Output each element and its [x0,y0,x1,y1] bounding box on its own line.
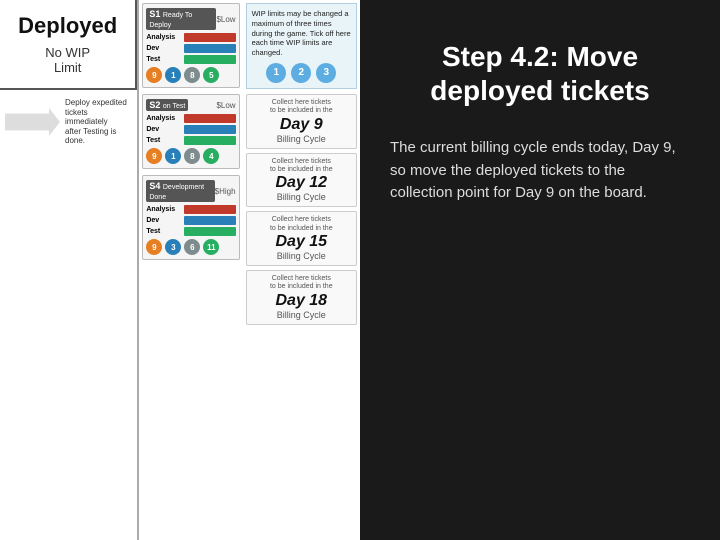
billing-cards: Collect here ticketsto be included in th… [243,92,360,540]
no-wip-label: No WIPLimit [45,45,90,75]
ticket-s2-analysis-bar [184,114,235,123]
tickets-col: S1 Ready To Deploy $Low Analysis Dev Tes… [139,0,242,540]
ticket-s2-priority: $Low [216,101,235,110]
ticket-s1-priority: $Low [216,15,235,24]
ticket-s4-priority: $High [215,187,236,196]
ticket-s4-test-row: Test [146,226,235,236]
ticket-s4-header: S4 Development Done $High [146,180,235,202]
ticket-s1-dev-row: Dev [146,43,235,53]
right-panel: Step 4.2: Move deployed tickets The curr… [360,0,720,540]
ticket-s2-test-row: Test [146,135,235,145]
billing-cycle-day9: Billing Cycle [252,134,351,144]
ticket-s4-dev-label: Dev [146,217,184,224]
arrow-box: Deploy expeditedtickets immediatelyafter… [5,98,132,146]
ticket-s2-analysis-row: Analysis [146,113,235,123]
num-1-s2: 1 [165,148,181,164]
billing-day15: Day 15 [252,233,351,251]
billing-cycle-day18: Billing Cycle [252,310,351,320]
ticket-s2-dev-label: Dev [146,126,184,133]
num-5-s1: 5 [203,67,219,83]
billing-card-day15: Collect here ticketsto be included in th… [246,211,357,266]
ticket-s1-header: S1 Ready To Deploy $Low [146,8,235,30]
billing-col: WIP limits may be changed a maximum of t… [243,0,360,540]
billing-cycle-day12: Billing Cycle [252,192,351,202]
billing-card-day12: Collect here ticketsto be included in th… [246,153,357,208]
num-1-s1: 1 [165,67,181,83]
wip-circle-3: 3 [316,63,336,83]
ticket-s4-analysis-label: Analysis [146,206,184,213]
billing-collect-day15: Collect here ticketsto be included in th… [252,216,351,233]
ticket-s2-analysis-label: Analysis [146,115,184,122]
ticket-s2-header: S2 on Test $Low [146,99,235,111]
ticket-s1-analysis-bar [184,33,235,42]
wip-note: WIP limits may be changed a maximum of t… [246,3,357,89]
billing-cycle-day15: Billing Cycle [252,251,351,261]
ticket-s1-test-label: Test [146,56,184,63]
billing-collect-day9: Collect here ticketsto be included in th… [252,99,351,116]
ticket-s1-analysis-label: Analysis [146,34,184,41]
ticket-s4-analysis-row: Analysis [146,204,235,214]
ticket-s4-dev-bar [184,216,235,225]
deployed-title: Deployed [18,13,117,39]
ticket-s1-id: S1 Ready To Deploy [146,8,216,30]
ticket-s2-numbers: 9 1 8 4 [146,148,235,164]
ticket-s4-id: S4 Development Done [146,180,214,202]
ticket-s1-test-bar [184,55,235,64]
num-6-s4: 6 [184,239,200,255]
ticket-s2: S2 on Test $Low Analysis Dev Test 9 1 8 … [142,94,239,169]
num-3-s4: 3 [165,239,181,255]
arrow-icon [5,108,60,136]
billing-collect-day12: Collect here ticketsto be included in th… [252,158,351,175]
billing-collect-day18: Collect here ticketsto be included in th… [252,275,351,292]
wip-circle-2: 2 [291,63,311,83]
ticket-s4-test-bar [184,227,235,236]
step-description: The current billing cycle ends today, Da… [390,137,690,205]
ticket-s1: S1 Ready To Deploy $Low Analysis Dev Tes… [142,3,239,88]
num-11-s4: 11 [203,239,219,255]
ticket-s1-analysis-row: Analysis [146,32,235,42]
num-4-s2: 4 [203,148,219,164]
ticket-s2-test-label: Test [146,137,184,144]
ticket-s4-dev-row: Dev [146,215,235,225]
wip-circle-1: 1 [266,63,286,83]
wip-note-text: WIP limits may be changed a maximum of t… [252,9,351,57]
ticket-s1-numbers: 9 1 8 5 [146,67,235,83]
num-8-s1: 8 [184,67,200,83]
ticket-s1-dev-label: Dev [146,45,184,52]
ticket-s4: S4 Development Done $High Analysis Dev T… [142,175,239,260]
num-9-s1: 9 [146,67,162,83]
billing-day18: Day 18 [252,292,351,310]
ticket-s4-test-label: Test [146,228,184,235]
ticket-s1-test-row: Test [146,54,235,64]
wip-circles: 1 2 3 [252,63,351,83]
num-9-s2: 9 [146,148,162,164]
billing-card-day9: Collect here ticketsto be included in th… [246,94,357,149]
ticket-s2-dev-row: Dev [146,124,235,134]
billing-card-day18: Collect here ticketsto be included in th… [246,270,357,325]
deployed-header: Deployed No WIPLimit [0,0,137,90]
ticket-s4-numbers: 9 3 6 11 [146,239,235,255]
ticket-s1-dev-bar [184,44,235,53]
billing-day9: Day 9 [252,116,351,134]
step-title: Step 4.2: Move deployed tickets [390,40,690,107]
arrow-label: Deploy expeditedtickets immediatelyafter… [65,98,132,146]
num-8-s2: 8 [184,148,200,164]
ticket-s4-analysis-bar [184,205,235,214]
deployed-col: Deployed No WIPLimit Deploy expeditedtic… [0,0,139,540]
ticket-s2-id: S2 on Test [146,99,188,111]
left-panel: Deployed No WIPLimit Deploy expeditedtic… [0,0,360,540]
ticket-s2-dev-bar [184,125,235,134]
arrow-area: Deploy expeditedtickets immediatelyafter… [0,90,137,540]
num-9-s4: 9 [146,239,162,255]
ticket-s2-test-bar [184,136,235,145]
billing-day12: Day 12 [252,174,351,192]
